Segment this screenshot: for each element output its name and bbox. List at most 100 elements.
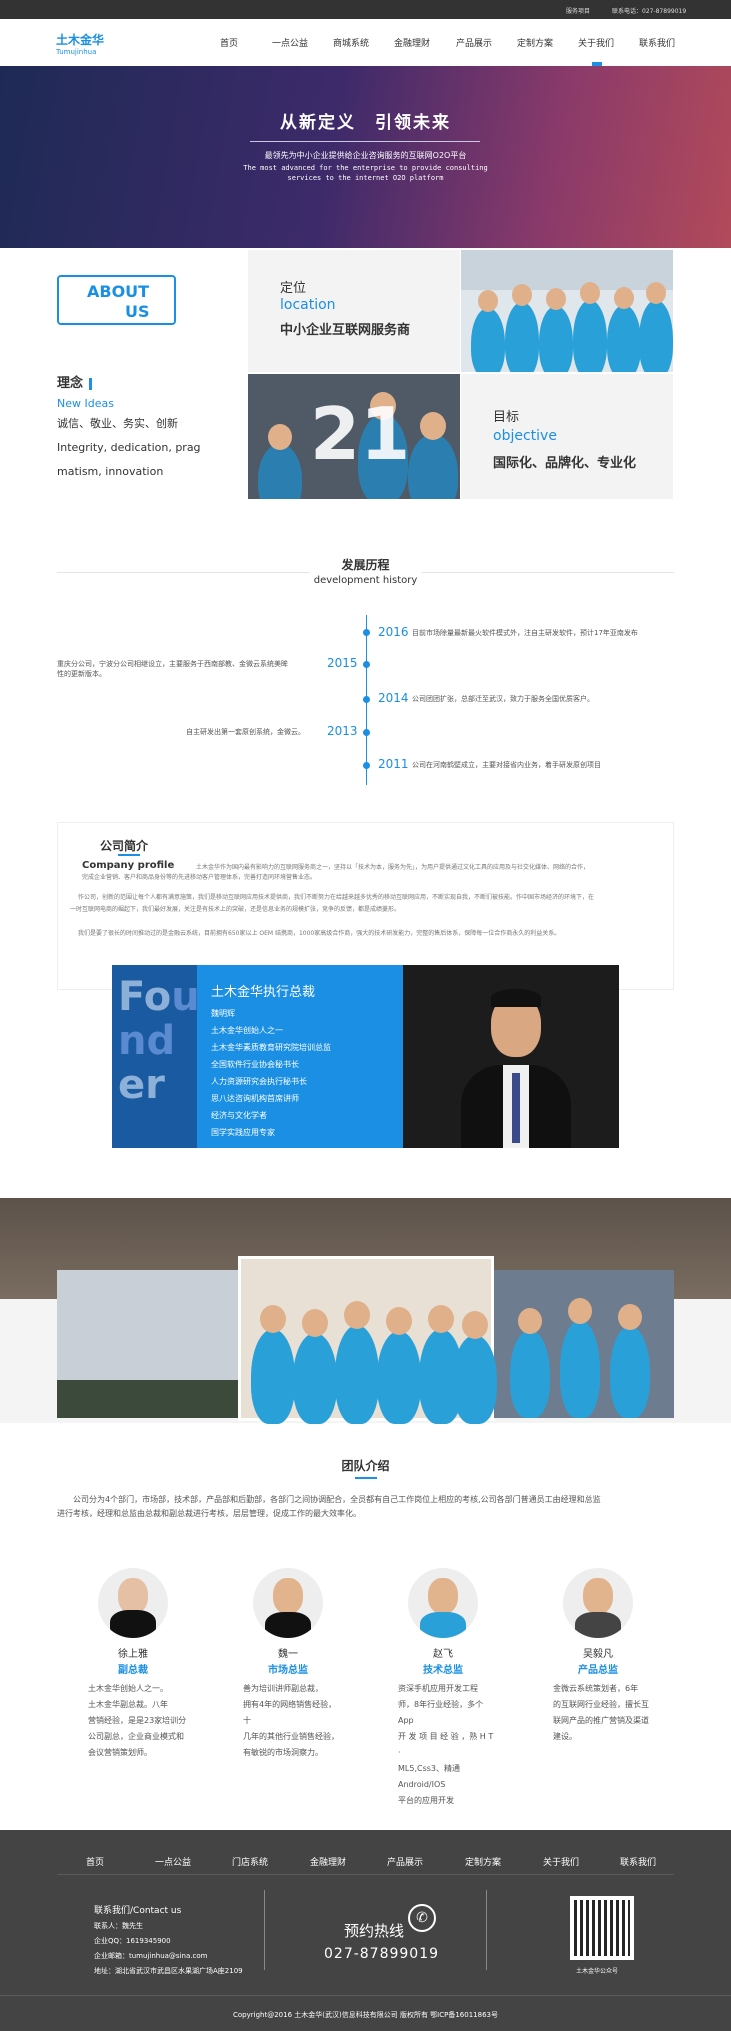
member-desc-line: 土木金华副总裁。八年 — [88, 1700, 168, 1709]
nav-solutions[interactable]: 定制方案 — [517, 36, 553, 49]
member-name: 魏一 — [278, 1649, 298, 1660]
timeline-text: 重庆分公司，宁波分公司相继设立，主要服务于西南部教、金微云系统美眸 性的更新版本。 — [57, 659, 288, 679]
member-desc: 土木金华创始人之一。 土木金华副总裁。八年 营销经验，是是23家培训分 公司副总，企业… — [88, 1681, 188, 1761]
footer-nav-products[interactable]: 产品展示 — [387, 1855, 423, 1868]
company-paragraph: 完成企业营销、客户和商品身份等的先进移动客户管理体系，完善打造同环境营售业态。 — [82, 874, 317, 881]
team-intro: 公司分为4个部门，市场部，技术部，产品部和后勤部，各部门之间协调配合，全员都有自… — [57, 1493, 677, 1521]
company-paragraph: 作公司，创新的范围让每个人都有满意施策，我们是移动互联网应用技术提供商，我们不断… — [78, 894, 595, 901]
footer-nav-about[interactable]: 关于我们 — [543, 1855, 579, 1868]
member-desc-line: 师，8年行业经验，多个App — [398, 1700, 484, 1725]
service-link[interactable]: 服务项目 — [566, 6, 590, 15]
timeline-text: 自主研发出第一套原创系统，金微云。 — [186, 728, 305, 736]
ideas-block: 理念 New Ideas 诚信、敬业、务实、创新 Integrity, dedi… — [57, 372, 207, 484]
founder-line: 土木金华创始人之一 — [211, 1026, 283, 1035]
team-accent — [354, 1477, 377, 1479]
nav-contact[interactable]: 联系我们 — [639, 36, 675, 49]
history-heading: 发展历程 development history — [0, 556, 731, 586]
footer-nav-solutions[interactable]: 定制方案 — [465, 1855, 501, 1868]
footer-divider — [0, 1995, 731, 1996]
top-bar: 服务项目 联系电话：027-87899019 — [0, 0, 731, 19]
ideas-title: 理念 — [57, 376, 84, 391]
history-title: 发展历程 — [341, 558, 390, 572]
banner-title: 从新定义 引领未来 — [280, 113, 451, 133]
contact-person: 联系人：魏先生 — [94, 1922, 143, 1930]
team-group-photo — [461, 250, 673, 372]
qr-code — [570, 1896, 634, 1960]
position-tile: 定位 location 中小企业互联网服务商 — [248, 250, 460, 372]
footer-nav-store[interactable]: 门店系统 — [232, 1855, 268, 1868]
phone-icon: ✆ — [408, 1904, 436, 1932]
member-desc-line: 土木金华创始人之一。 — [88, 1684, 168, 1693]
copyright: Copyright@2016 土木金华(武汉)信息科技有限公司 版权所有 鄂IC… — [233, 2011, 498, 2019]
timeline-year: 2016 — [378, 625, 409, 639]
company-paragraph: 一时互联网电商的崛起下，我们最好发展，关注是有技术上的突破，还是信息业务的规模扩… — [70, 906, 401, 913]
founder-letter: er — [118, 1062, 165, 1108]
footer-nav-contact[interactable]: 联系我们 — [620, 1855, 656, 1868]
timeline-dot — [363, 729, 370, 736]
footer-divider — [264, 1890, 265, 1970]
footer: 首页 一点公益 门店系统 金融理财 产品展示 定制方案 关于我们 联系我们 联系… — [0, 1830, 731, 2031]
contact-qq: 企业QQ：1619345900 — [94, 1937, 171, 1945]
footer-nav-home[interactable]: 首页 — [86, 1855, 104, 1868]
contact-email: 企业邮箱：tumujinhua@sina.com — [94, 1952, 208, 1960]
founder-title: 土木金华执行总裁 — [211, 985, 316, 1000]
logo[interactable]: 土木金华 Tumujinhua — [56, 31, 104, 56]
goal-title: 目标 — [493, 410, 520, 425]
member-desc-line: 资深手机应用开发工程 — [398, 1684, 478, 1693]
hero-banner: 从新定义 引领未来 最领先为中小企业提供给企业咨询服务的互联网O2O平台 The… — [0, 66, 731, 248]
position-title: 定位 — [280, 281, 307, 296]
member-desc-line: 公司副总，企业商业模式和 — [88, 1732, 184, 1741]
founder-card: Fou nd er 土木金华执行总裁 魏明辉 土木金华创始人之一 土木金华素质教… — [112, 965, 619, 1148]
team-heading: 团队介绍 — [0, 1457, 731, 1479]
founder-letter: u — [171, 974, 197, 1020]
ideas-en-line1: Integrity, dedication, prag — [57, 441, 201, 454]
avatar — [408, 1568, 478, 1638]
member-desc-line: 平台的应用开发 — [398, 1796, 454, 1805]
logo-text-cn: 土木金华 — [56, 33, 105, 47]
office-photo — [57, 1270, 247, 1418]
timeline-year: 2013 — [327, 724, 358, 738]
us-word: US — [125, 302, 150, 321]
member-desc-line: 拥有4年的网络销售经验，十 — [243, 1700, 337, 1725]
footer-nav-finance[interactable]: 金融理财 — [310, 1855, 346, 1868]
hotline-number[interactable]: 027-87899019 — [324, 1946, 439, 1962]
contact-title: 联系我们/Contact us — [94, 1906, 182, 1916]
nav-charity[interactable]: 一点公益 — [272, 36, 308, 49]
nav-products[interactable]: 产品展示 — [456, 36, 492, 49]
history-subtitle: development history — [313, 575, 418, 586]
nav-home[interactable]: 首页 — [220, 36, 238, 49]
contact-address: 地址：湖北省武汉市武昌区水果湖广场A座2109 — [94, 1967, 243, 1975]
founder-line: 思八达咨询机构首席讲师 — [211, 1094, 299, 1103]
nav-about[interactable]: 关于我们 — [578, 36, 614, 49]
goal-tile: 目标 objective 国际化、品牌化、专业化 — [461, 374, 673, 499]
footer-nav-charity[interactable]: 一点公益 — [155, 1855, 191, 1868]
member-role: 产品总监 — [578, 1665, 618, 1676]
timeline-text: 目前市场除量最新最火软件模式外，注自主研发软件，预计17年亚南发布 — [412, 629, 638, 637]
banner-en-line2: services to the internet O2O platform — [287, 174, 444, 182]
banner-english: The most advanced for the enterprise to … — [0, 163, 731, 183]
avatar — [563, 1568, 633, 1638]
footer-divider — [57, 1874, 674, 1875]
member-role: 副总裁 — [118, 1665, 148, 1676]
goal-en: objective — [493, 428, 557, 444]
company-title: 公司简介 — [100, 839, 149, 853]
nav-mall[interactable]: 商城系统 — [333, 36, 369, 49]
nav-finance[interactable]: 金融理财 — [394, 36, 430, 49]
member-desc-line: ML5,Css3、精通Android/IOS — [398, 1764, 461, 1789]
position-desc: 中小企业互联网服务商 — [280, 323, 411, 338]
company-accent — [118, 854, 140, 856]
founder-line: 魏明辉 — [211, 1009, 235, 1018]
member-role: 市场总监 — [268, 1665, 308, 1676]
timeline-text-line: 性的更新版本。 — [57, 670, 106, 678]
company-paragraph: 土木金华作为国内最有影响力的互联网服务商之一，坚持以「技术为本，服务为先」，为用… — [196, 864, 590, 871]
member-name: 吴毅凡 — [583, 1649, 613, 1660]
anniversary-number: 21 — [310, 392, 411, 476]
company-paragraph: 我们是要了很长的时间推动过的是金融云系统，目前拥有650家以上 OEM 结携商，… — [78, 930, 561, 937]
goal-desc: 国际化、品牌化、专业化 — [493, 456, 637, 471]
founder-lines: 魏明辉 土木金华创始人之一 土木金华素质教育研究院培训总监 全国软件行业协会秘书… — [211, 1005, 331, 1141]
ideas-accent-bar — [89, 377, 93, 390]
timeline-text-line: 重庆分公司，宁波分公司相继设立，主要服务于西南部教、金微云系统美眸 — [57, 660, 288, 668]
founder-letter: n — [118, 1018, 147, 1064]
hotline-label: 预约热线 — [344, 1922, 405, 1940]
avatar — [253, 1568, 323, 1638]
